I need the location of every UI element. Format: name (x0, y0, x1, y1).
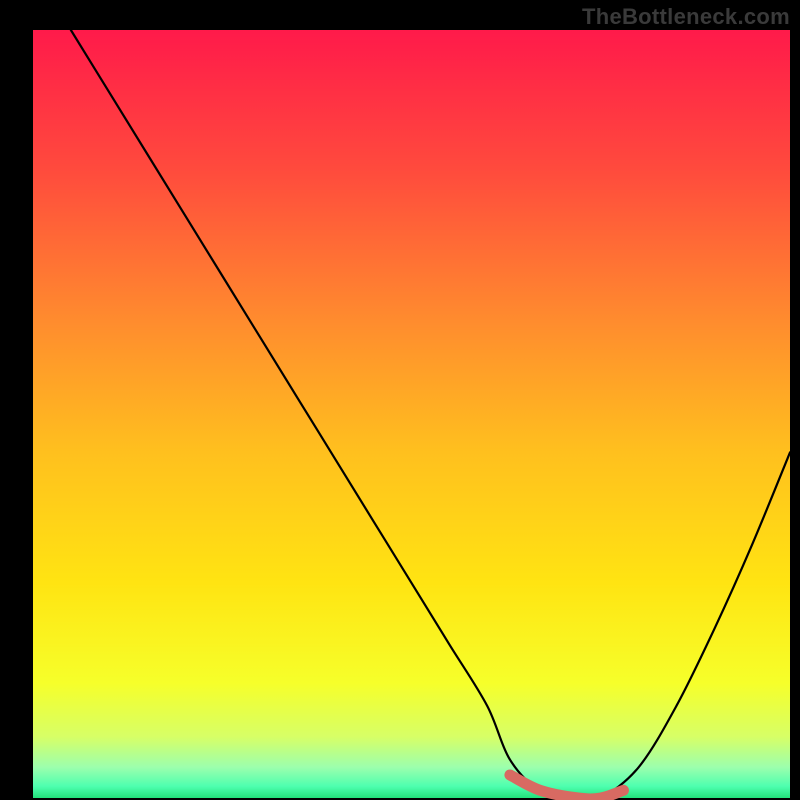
chart-frame: TheBottleneck.com (0, 0, 800, 800)
plot-background (33, 30, 790, 798)
watermark-text: TheBottleneck.com (582, 4, 790, 30)
bottleneck-chart (0, 0, 800, 800)
